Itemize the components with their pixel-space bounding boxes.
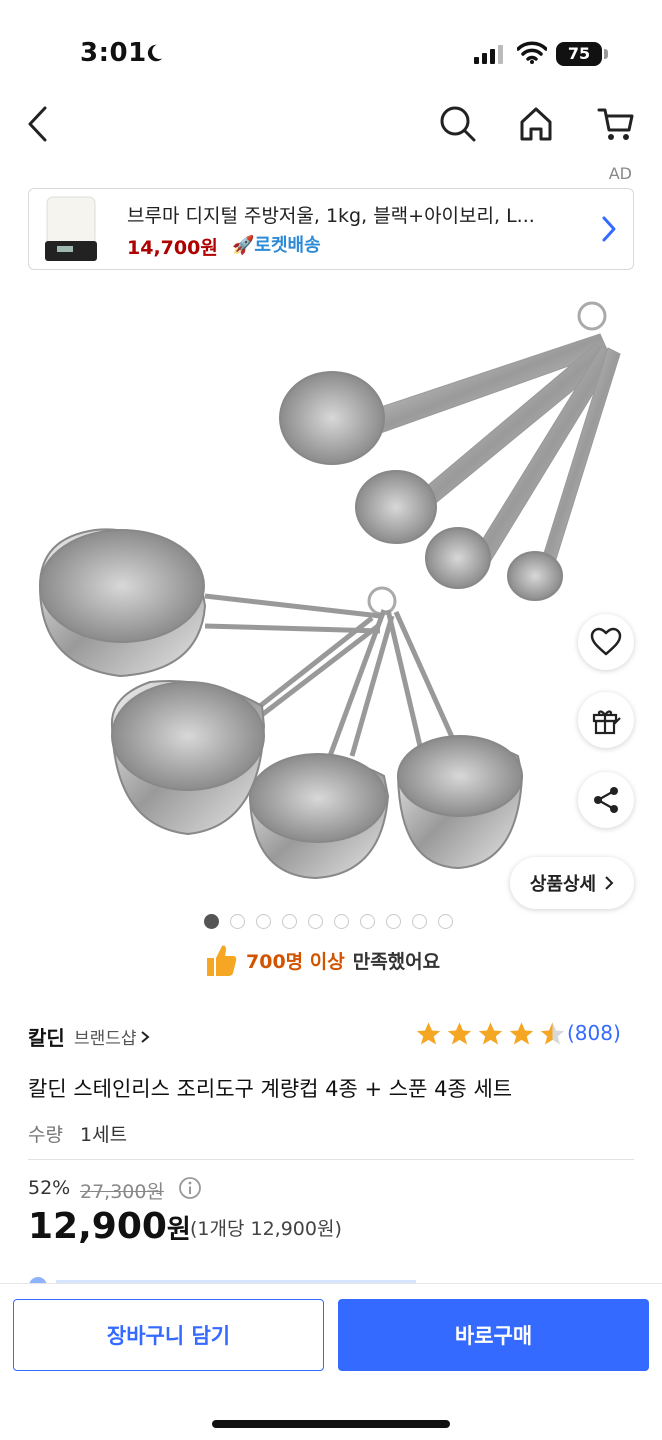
star-icon: [509, 1022, 534, 1045]
thumbs-up-icon: [207, 945, 237, 976]
info-icon[interactable]: [178, 1176, 202, 1200]
brand-name: 칼딘: [28, 1026, 65, 1050]
star-icon: [478, 1022, 503, 1045]
quantity-label: 수량: [28, 1124, 63, 1146]
product-image[interactable]: [0, 286, 662, 906]
gift-button[interactable]: [578, 692, 634, 748]
search-icon: [440, 106, 476, 142]
pagination-dot[interactable]: [386, 914, 401, 929]
measuring-spoons: [279, 301, 621, 601]
wishlist-button[interactable]: [578, 614, 634, 670]
pagination-dot[interactable]: [334, 914, 349, 929]
discount-rate: 52%: [28, 1177, 71, 1199]
product-detail-label: 상품상세: [529, 874, 597, 895]
pagination-dot[interactable]: [308, 914, 323, 929]
ad-price: 14,700원: [127, 237, 218, 259]
star-icon: [447, 1022, 472, 1045]
unit-price: (1개당 12,900원): [190, 1218, 342, 1240]
ad-banner[interactable]: 브루마 디지털 주방저울, 1kg, 블랙+아이보리, L... 14,700원…: [28, 188, 634, 270]
share-button[interactable]: [578, 772, 634, 828]
sale-price: 12,900원: [28, 1206, 191, 1247]
kitchen-scale-image: [45, 196, 97, 261]
sale-price-unit: 원: [166, 1215, 191, 1245]
brand-shop-link[interactable]: 브랜드샵: [74, 1024, 150, 1049]
bottom-action-bar: 장바구니 담기 바로구매: [0, 1283, 662, 1440]
gift-icon: [592, 710, 621, 735]
star-rating[interactable]: [414, 1020, 567, 1048]
signal-icon: [474, 45, 503, 64]
cart-icon: [597, 108, 634, 140]
image-pagination: [204, 914, 453, 929]
wifi-icon: [517, 41, 547, 64]
ad-title: 브루마 디지털 주방저울, 1kg, 블랙+아이보리, L...: [127, 205, 535, 227]
pagination-dot[interactable]: [204, 914, 219, 929]
quantity-value: 1세트: [80, 1124, 128, 1146]
sale-price-number: 12,900: [28, 1206, 167, 1247]
ad-label: AD: [608, 164, 632, 183]
chevron-right-icon: [602, 216, 616, 242]
search-button[interactable]: [436, 102, 480, 146]
home-icon: [520, 107, 552, 141]
buy-now-button[interactable]: 바로구매: [338, 1299, 649, 1371]
moon-icon: [147, 44, 163, 62]
chevron-right-icon: [140, 1031, 150, 1043]
chevron-left-icon: [28, 106, 47, 142]
pagination-dot[interactable]: [412, 914, 427, 929]
rating-count[interactable]: (808): [567, 1021, 621, 1045]
brand-shop-label: 브랜드샵: [74, 1029, 137, 1049]
satisfaction-count: 700명 이상: [246, 950, 345, 973]
divider: [28, 1159, 634, 1160]
satisfaction-banner: 700명 이상 만족했어요: [204, 940, 440, 980]
star-icon: [416, 1022, 441, 1045]
add-to-cart-button[interactable]: 장바구니 담기: [13, 1299, 324, 1371]
pagination-dot[interactable]: [438, 914, 453, 929]
rocket-icon: 🚀: [232, 235, 255, 256]
rocket-delivery-badge: 🚀로켓배송: [232, 231, 321, 257]
home-button[interactable]: [514, 102, 558, 146]
original-price: 27,300원: [80, 1181, 164, 1203]
chevron-right-icon: [605, 876, 614, 890]
product-detail-button[interactable]: 상품상세: [510, 857, 634, 909]
satisfaction-message: 만족했어요: [352, 950, 441, 973]
star-half-icon: [540, 1022, 565, 1045]
product-title: 칼딘 스테인리스 조리도구 계량컵 4종 + 스푼 4종 세트: [28, 1077, 513, 1101]
pagination-dot[interactable]: [256, 914, 271, 929]
pagination-dot[interactable]: [360, 914, 375, 929]
share-icon: [594, 787, 618, 813]
rocket-delivery-text: 로켓배송: [254, 235, 321, 256]
heart-icon: [590, 627, 622, 656]
back-button[interactable]: [16, 102, 60, 146]
home-indicator[interactable]: [212, 1420, 450, 1428]
cart-button[interactable]: [594, 102, 638, 146]
status-time: 3:01: [80, 38, 147, 68]
battery-tip: [604, 49, 608, 59]
pagination-dot[interactable]: [282, 914, 297, 929]
status-bar: 3:01 75: [0, 0, 662, 100]
battery-indicator: 75: [556, 42, 602, 66]
pagination-dot[interactable]: [230, 914, 245, 929]
